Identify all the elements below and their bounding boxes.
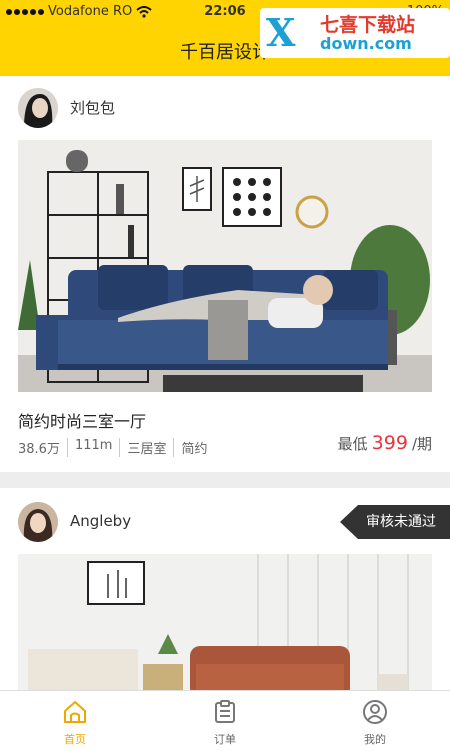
design-tags: 38.6万 111m 三居室 简约 [18,438,214,457]
watermark-brand-en: down.com [320,34,412,53]
tab-profile[interactable]: 我的 [300,691,450,751]
design-card[interactable]: Angleby 审核未通过 [0,488,450,698]
room-photo[interactable] [18,554,432,698]
installment-price: 最低 399/期 [338,432,432,454]
tag-area: 111m [66,438,119,457]
price-value: 399 [371,432,408,454]
price-prefix: 最低 [337,435,368,453]
status-badge: 审核未通过 [340,505,450,539]
home-icon [64,701,86,723]
author-name[interactable]: 刘包包 [70,97,115,118]
avatar[interactable] [18,88,58,128]
tag-layout: 三居室 [119,438,173,457]
tag-style: 简约 [173,438,214,457]
design-card[interactable]: 刘包包 简约时尚三室一厅 38.6万 111m 三居室 简约 最低 399 /期 [0,76,450,472]
tab-home[interactable]: 首页 [0,691,150,751]
tag-budget: 38.6万 [18,442,60,457]
author-name[interactable]: Angleby [70,512,131,530]
avatar[interactable] [18,502,58,542]
tab-label: 我的 [364,733,386,746]
tab-label: 首页 [64,733,86,746]
tab-label: 订单 [214,733,236,746]
watermark-brand-cn: 七喜下载站 [320,14,416,36]
order-icon [215,700,235,723]
room-photo[interactable] [18,140,432,392]
tab-bar: 首页 订单 我的 [0,690,450,751]
watermark-logo: X 七喜下载站 down.com [260,8,450,58]
design-title[interactable]: 简约时尚三室一厅 [18,408,146,432]
price-suffix: /期 [411,435,432,453]
user-icon [363,700,387,724]
watermark-x-mark: X [266,10,296,55]
tab-orders[interactable]: 订单 [150,691,300,751]
